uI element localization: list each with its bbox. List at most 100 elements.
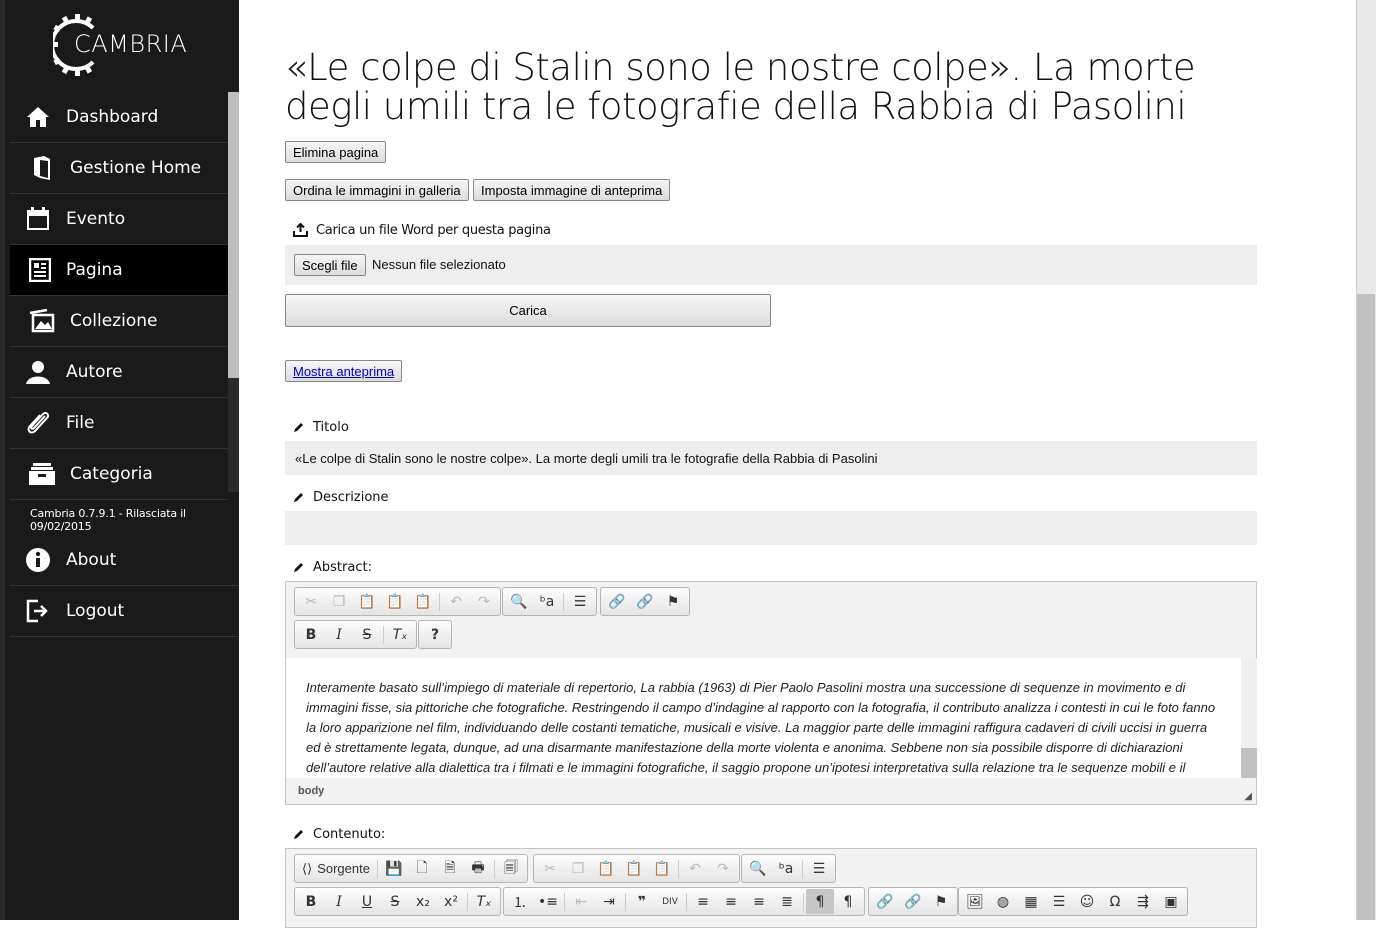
preview-icon[interactable]: 🗎: [436, 856, 464, 881]
bold-icon[interactable]: B: [297, 889, 325, 914]
remove-format-icon[interactable]: Tₓ: [386, 622, 414, 647]
nav-item-about[interactable]: About: [10, 535, 244, 586]
paste-text-icon[interactable]: 📋: [381, 589, 409, 614]
strikethrough-icon[interactable]: S: [353, 622, 381, 647]
search-icon[interactable]: 🔍: [744, 856, 772, 881]
undo-icon[interactable]: ↶: [442, 589, 470, 614]
bulleted-list-icon[interactable]: •≡: [534, 889, 562, 914]
abstract-scrollbar-thumb[interactable]: [1241, 748, 1257, 778]
resize-handle-icon[interactable]: ◢: [1244, 791, 1252, 802]
new-page-icon[interactable]: 🗋: [408, 856, 436, 881]
nav-item-autore[interactable]: Autore: [10, 347, 228, 398]
nav-label: About: [66, 550, 117, 570]
align-left-icon[interactable]: ≡: [689, 889, 717, 914]
copy-icon[interactable]: ❐: [325, 589, 353, 614]
nav-item-categoria[interactable]: Categoria: [10, 449, 228, 500]
content-toolbar-format: B I U S x₂ x² Tₓ: [294, 887, 501, 916]
save-icon[interactable]: 💾: [380, 856, 408, 881]
div-container-icon[interactable]: DIV: [656, 889, 684, 914]
description-input[interactable]: [285, 511, 1257, 545]
help-icon[interactable]: ?: [421, 622, 449, 647]
select-all-icon[interactable]: ☰: [566, 589, 594, 614]
cut-icon[interactable]: ✂: [297, 589, 325, 614]
page-break-icon[interactable]: ⇶: [1129, 889, 1157, 914]
nav-label: File: [66, 413, 95, 433]
paste-icon[interactable]: 📋: [353, 589, 381, 614]
align-center-icon[interactable]: ≡: [717, 889, 745, 914]
source-button[interactable]: ⟨⟩ Sorgente: [297, 856, 375, 881]
pencil-icon: [293, 561, 305, 573]
unlink-icon[interactable]: 🔗: [631, 589, 659, 614]
strikethrough-icon[interactable]: S: [381, 889, 409, 914]
horizontal-line-icon[interactable]: ☰: [1045, 889, 1073, 914]
smiley-icon[interactable]: ☺: [1073, 889, 1101, 914]
search-icon[interactable]: 🔍: [505, 589, 533, 614]
abstract-text-area[interactable]: Interamente basato sull’impiego di mater…: [286, 658, 1241, 778]
redo-icon[interactable]: ↷: [709, 856, 737, 881]
align-right-icon[interactable]: ≡: [745, 889, 773, 914]
table-icon[interactable]: ▦: [1017, 889, 1045, 914]
paste-word-icon[interactable]: 📋: [648, 856, 676, 881]
show-preview-button[interactable]: Mostra anteprima: [285, 360, 403, 382]
italic-icon[interactable]: I: [325, 889, 353, 914]
page-scrollbar-thumb[interactable]: [1357, 294, 1375, 920]
separator: [494, 859, 495, 878]
anchor-flag-icon[interactable]: ⚑: [927, 889, 955, 914]
outdent-icon[interactable]: ⇤: [567, 889, 595, 914]
nav-label: Pagina: [66, 260, 123, 280]
templates-icon[interactable]: 🗐: [497, 856, 525, 881]
align-justify-icon[interactable]: ≣: [773, 889, 801, 914]
paste-text-icon[interactable]: 📋: [620, 856, 648, 881]
ltr-icon[interactable]: ¶: [806, 889, 834, 914]
blockquote-icon[interactable]: ❞: [628, 889, 656, 914]
iframe-icon[interactable]: ▣: [1157, 889, 1185, 914]
link-icon[interactable]: 🔗: [871, 889, 899, 914]
rtl-icon[interactable]: ¶: [834, 889, 862, 914]
indent-icon[interactable]: ⇥: [595, 889, 623, 914]
subscript-icon[interactable]: x₂: [409, 889, 437, 914]
set-preview-image-button[interactable]: Imposta immagine di anteprima: [473, 179, 671, 201]
upload-button[interactable]: Carica: [285, 294, 771, 327]
nav-item-evento[interactable]: Evento: [10, 194, 228, 245]
anchor-flag-icon[interactable]: ⚑: [659, 589, 687, 614]
content-toolbar-document: ⟨⟩ Sorgente 💾 🗋 🗎 🖶 🗐: [294, 854, 528, 883]
print-icon[interactable]: 🖶: [464, 856, 492, 881]
nav-item-collezione[interactable]: Collezione: [10, 296, 228, 347]
nav-label: Gestione Home: [70, 158, 202, 178]
special-char-icon[interactable]: Ω: [1101, 889, 1129, 914]
superscript-icon[interactable]: x²: [437, 889, 465, 914]
content-toolbar-paragraph: ⒈ •≡ ⇤ ⇥ ❞ DIV ≡ ≡ ≡ ≣ ¶ ¶: [503, 887, 865, 916]
unlink-icon[interactable]: 🔗: [899, 889, 927, 914]
replace-icon[interactable]: ᵇa: [533, 589, 561, 614]
nav-item-pagina[interactable]: Pagina: [10, 245, 228, 296]
nav-item-dashboard[interactable]: Dashboard: [10, 92, 228, 143]
link-icon[interactable]: 🔗: [603, 589, 631, 614]
bold-icon[interactable]: B: [297, 622, 325, 647]
nav-item-file[interactable]: File: [10, 398, 228, 449]
italic-icon[interactable]: I: [325, 622, 353, 647]
image-icon[interactable]: 🖼: [961, 889, 989, 914]
title-input[interactable]: «Le colpe di Stalin sono le nostre colpe…: [285, 441, 1257, 475]
underline-icon[interactable]: U: [353, 889, 381, 914]
copy-icon[interactable]: ❐: [564, 856, 592, 881]
replace-icon[interactable]: ᵇa: [772, 856, 800, 881]
paste-word-icon[interactable]: 📋: [409, 589, 437, 614]
delete-page-button[interactable]: Elimina pagina: [285, 141, 387, 163]
redo-icon[interactable]: ↷: [470, 589, 498, 614]
flash-icon[interactable]: ◍: [989, 889, 1017, 914]
content-toolbar-clipboard: ✂ ❐ 📋 📋 📋 ↶ ↷: [533, 854, 740, 883]
cut-icon[interactable]: ✂: [536, 856, 564, 881]
abstract-toolbar-clipboard: ✂ ❐ 📋 📋 📋 ↶ ↷: [294, 587, 501, 616]
undo-icon[interactable]: ↶: [681, 856, 709, 881]
paste-icon[interactable]: 📋: [592, 856, 620, 881]
nav-item-gestione-home[interactable]: Gestione Home: [10, 143, 228, 194]
remove-format-icon[interactable]: Tₓ: [470, 889, 498, 914]
description-label: Descrizione: [293, 488, 389, 506]
order-gallery-button[interactable]: Ordina le immagini in galleria: [285, 179, 469, 201]
nav-item-logout[interactable]: Logout: [10, 586, 244, 637]
numbered-list-icon[interactable]: ⒈: [506, 889, 534, 914]
content-toolbar-insert: 🖼 ◍ ▦ ☰ ☺ Ω ⇶ ▣: [958, 887, 1188, 916]
select-all-icon[interactable]: ☰: [805, 856, 833, 881]
logout-icon: [24, 597, 52, 625]
choose-file-button[interactable]: Scegli file: [294, 254, 366, 276]
